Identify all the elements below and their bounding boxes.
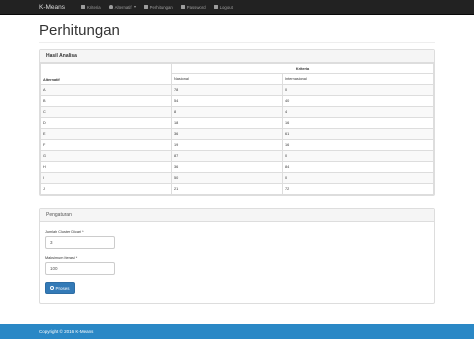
cluster-count-input[interactable]: 3 xyxy=(45,236,115,249)
header-divider xyxy=(39,42,435,43)
table-row: J 21 72 xyxy=(40,183,434,195)
nasional-cell: 8 xyxy=(171,106,283,118)
alternatif-cell: E xyxy=(40,128,172,140)
table-row: D 18 16 xyxy=(40,117,434,129)
nav-item-label: Perhitungan xyxy=(149,4,173,10)
table-row: F 19 16 xyxy=(40,139,434,151)
alternatif-cell: I xyxy=(40,172,172,184)
nav-item-perhitungan[interactable]: Perhitungan xyxy=(140,0,177,15)
nasional-cell: 21 xyxy=(171,183,283,195)
alternatif-cell: A xyxy=(40,84,172,96)
refresh-icon xyxy=(50,286,54,290)
table-row: B 54 40 xyxy=(40,95,434,107)
nav-item-label: Logout xyxy=(219,4,233,10)
nav-item-kriteria[interactable]: Kriteria xyxy=(77,0,105,15)
internasional-cell: 16 xyxy=(282,117,434,129)
internasional-cell: 4 xyxy=(282,106,434,118)
internasional-cell: 0 xyxy=(282,172,434,184)
logout-icon xyxy=(213,5,218,9)
nasional-cell: 50 xyxy=(171,172,283,184)
caret-down-icon xyxy=(133,6,136,8)
internasional-cell: 72 xyxy=(282,183,434,195)
user-icon xyxy=(108,5,113,9)
nasional-cell: 54 xyxy=(171,95,283,107)
alternatif-cell: H xyxy=(40,161,172,173)
footer-copyright: Copyright © 2016 K-Means xyxy=(39,329,94,334)
analysis-table: Alternatif Kriteria Nasional Internasion… xyxy=(40,63,434,195)
table-row: I 50 0 xyxy=(40,172,434,184)
nav-item-label: Alternatif xyxy=(114,4,132,10)
nav-item-alternatif[interactable]: Alternatif xyxy=(105,0,140,15)
nasional-cell: 36 xyxy=(171,161,283,173)
navbar: K-Means Kriteria Alternatif Perhitungan … xyxy=(0,0,474,15)
lock-icon xyxy=(180,5,185,9)
max-iteration-input[interactable]: 100 xyxy=(45,262,115,275)
alternatif-cell: B xyxy=(40,95,172,107)
cluster-count-label: Jumlah Cluster Dicari * xyxy=(45,230,84,234)
internasional-cell: 0 xyxy=(282,84,434,96)
process-button[interactable]: Proses xyxy=(45,282,75,294)
column-header-alternatif: Alternatif xyxy=(40,63,172,85)
table-row: G 87 0 xyxy=(40,150,434,162)
internasional-cell: 16 xyxy=(282,139,434,151)
nasional-cell: 19 xyxy=(171,139,283,151)
internasional-cell: 61 xyxy=(282,128,434,140)
alternatif-cell: F xyxy=(40,139,172,151)
nav-item-password[interactable]: Password xyxy=(177,0,210,15)
internasional-cell: 0 xyxy=(282,150,434,162)
alternatif-cell: D xyxy=(40,117,172,129)
table-row: C84 xyxy=(40,106,434,118)
alternatif-cell: G xyxy=(40,150,172,162)
nasional-cell: 36 xyxy=(171,128,283,140)
page-title: Perhitungan xyxy=(39,22,120,39)
max-iteration-label: Maksimum Iterasi * xyxy=(45,256,78,260)
alternatif-cell: C xyxy=(40,106,172,118)
nasional-cell: 87 xyxy=(171,150,283,162)
analysis-panel-heading: Hasil Analisa xyxy=(40,50,434,63)
alternatif-cell: J xyxy=(40,183,172,195)
nav-menu: Kriteria Alternatif Perhitungan Password… xyxy=(77,0,237,15)
settings-form: Jumlah Cluster Dicari * 3 Maksimum Itera… xyxy=(40,222,434,295)
settings-panel-heading: Pengaturan xyxy=(40,209,434,222)
table-row: A 78 0 xyxy=(40,84,434,96)
column-header-internasional: Internasional xyxy=(282,73,434,85)
nasional-cell: 78 xyxy=(171,84,283,96)
list-icon xyxy=(81,5,85,9)
nav-item-logout[interactable]: Logout xyxy=(210,0,237,15)
nav-item-label: Kriteria xyxy=(87,4,101,10)
settings-panel: Pengaturan Jumlah Cluster Dicari * 3 Mak… xyxy=(39,208,435,304)
nav-item-label: Password xyxy=(186,4,206,10)
brand-link[interactable]: K-Means xyxy=(39,4,77,11)
column-header-kriteria: Kriteria xyxy=(171,63,434,74)
nasional-cell: 18 xyxy=(171,117,283,129)
internasional-cell: 84 xyxy=(282,161,434,173)
column-header-nasional: Nasional xyxy=(171,73,283,85)
analysis-panel: Hasil Analisa Alternatif Kriteria Nasion… xyxy=(39,49,435,196)
table-row: H 36 84 xyxy=(40,161,434,173)
process-button-label: Proses xyxy=(55,285,70,291)
internasional-cell: 40 xyxy=(282,95,434,107)
calculator-icon xyxy=(143,5,148,9)
footer: Copyright © 2016 K-Means xyxy=(0,324,474,339)
table-header-row: Alternatif Kriteria xyxy=(40,63,434,85)
table-row: E 36 61 xyxy=(40,128,434,140)
